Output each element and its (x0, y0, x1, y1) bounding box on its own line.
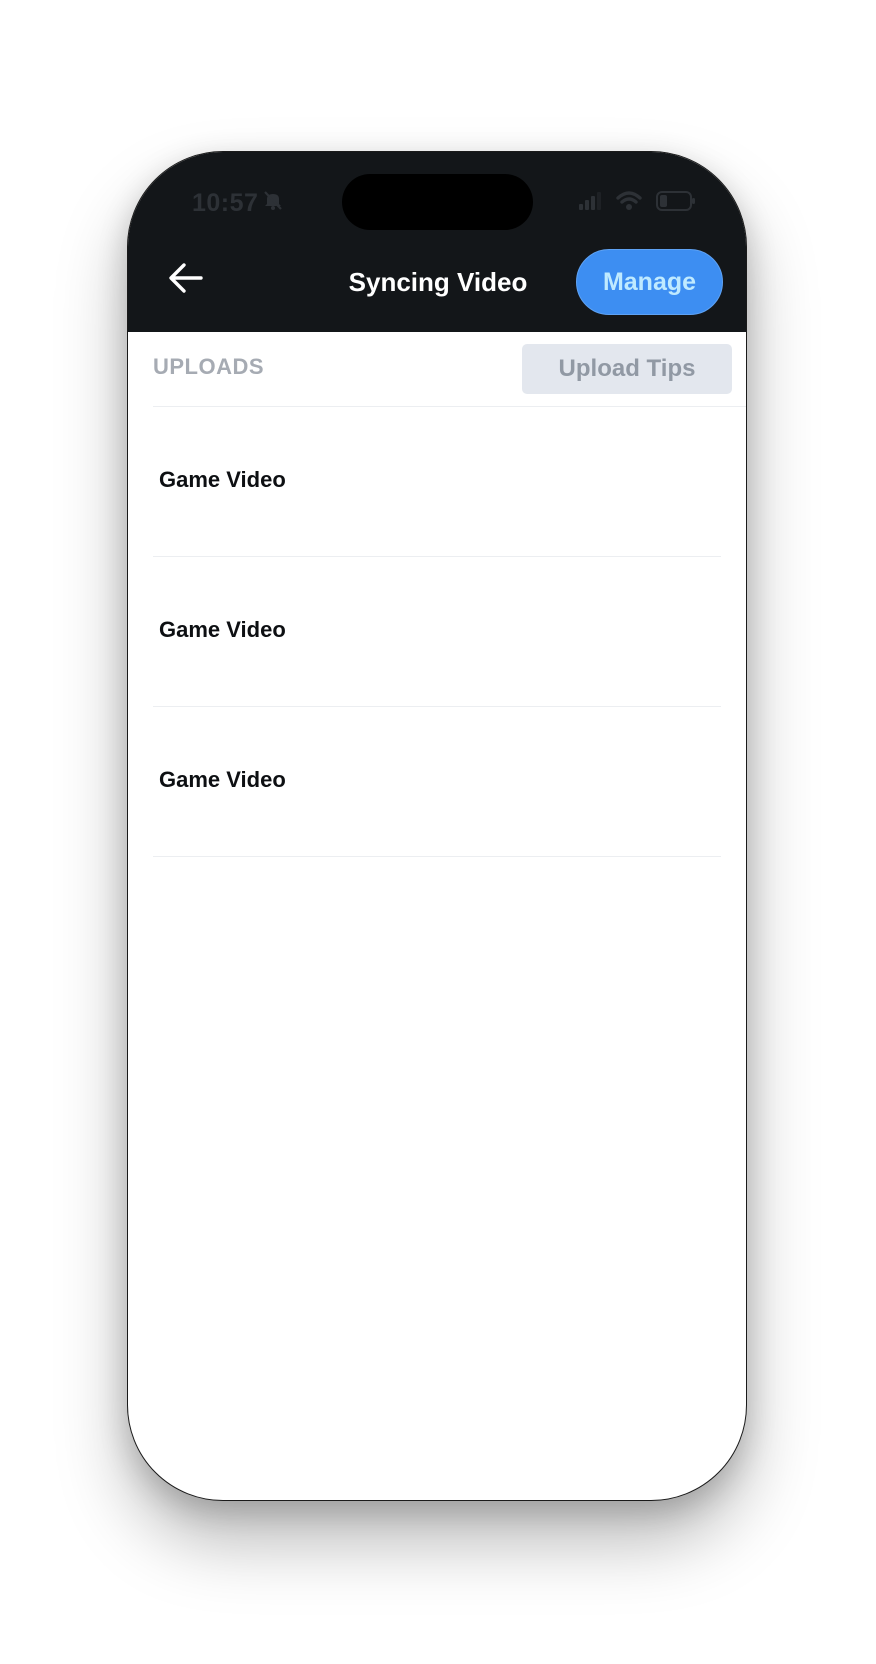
status-time: 10:57 (192, 186, 284, 220)
upload-item-title: Game Video (159, 767, 286, 792)
dynamic-island (342, 174, 533, 230)
status-time-text: 10:57 (192, 188, 259, 217)
uploads-list: Game Video Game Video Game Video (128, 407, 746, 857)
wifi-icon (616, 190, 642, 216)
top-bar: 10:57 Syncing Video Manage (128, 152, 746, 332)
upload-item-title: Game Video (159, 617, 286, 642)
back-button[interactable] (166, 260, 206, 300)
battery-icon (656, 190, 696, 216)
uploads-section-header: UPLOADS Upload Tips (128, 332, 746, 407)
cellular-signal-icon (578, 191, 602, 215)
uploads-section-label: UPLOADS (153, 354, 265, 379)
upload-list-item[interactable]: Game Video (128, 557, 746, 707)
page-title: Syncing Video (348, 267, 528, 297)
status-icons (578, 190, 696, 216)
list-divider (153, 856, 721, 857)
manage-button[interactable]: Manage (576, 249, 723, 315)
phone-frame: 10:57 Syncing Video Manage UPLOADS Uploa… (127, 151, 747, 1501)
upload-item-title: Game Video (159, 467, 286, 492)
upload-tips-button[interactable]: Upload Tips (522, 344, 732, 394)
bell-slash-icon (262, 189, 284, 218)
arrow-left-icon (168, 262, 204, 299)
upload-list-item[interactable]: Game Video (128, 707, 746, 857)
upload-list-item[interactable]: Game Video (128, 407, 746, 557)
